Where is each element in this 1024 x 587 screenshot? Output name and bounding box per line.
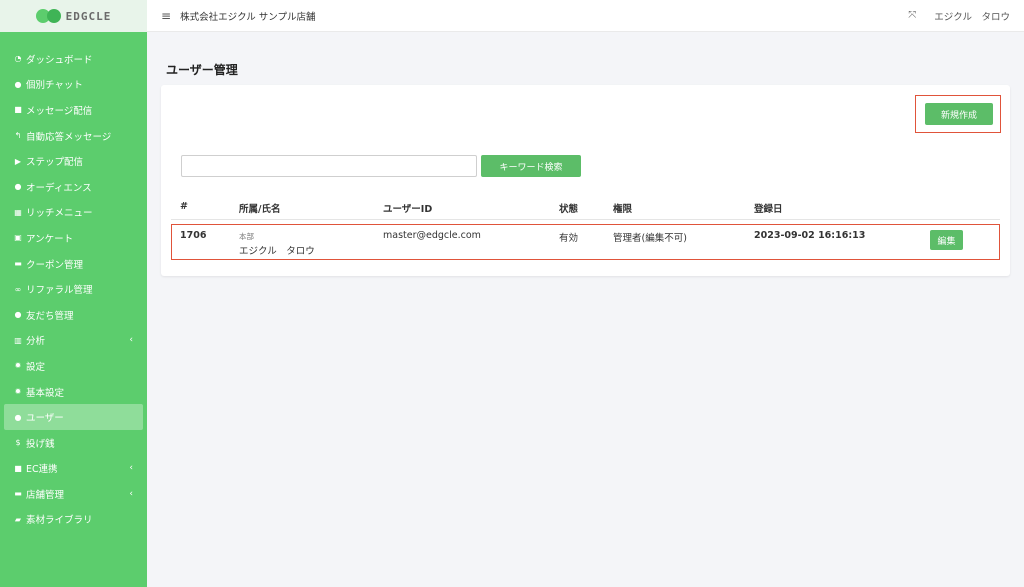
sidebar-item-label: 友だち管理 [26, 310, 74, 322]
topbar-right: ⤧ エジクル タロウ [908, 9, 1010, 23]
row-id: 1706 [180, 230, 207, 241]
users-icon: ● [14, 182, 22, 192]
friends-icon: ● [14, 310, 22, 320]
sidebar-item-survey[interactable]: ▣ アンケート [0, 225, 147, 251]
link-icon: ∞ [14, 284, 22, 294]
sidebar-item-step[interactable]: ▶ ステップ配信 [0, 148, 147, 174]
column-header-role: 権限 [613, 204, 633, 215]
sidebar-item-referral[interactable]: ∞ リファラル管理 [0, 276, 147, 302]
sidebar-item-label: 投げ銭 [26, 438, 55, 450]
user-icon: ● [14, 412, 22, 422]
sidebar-item-label: オーディエンス [26, 182, 92, 194]
sidebar-item-auto-reply[interactable]: ↰ 自動応答メッセージ [0, 123, 147, 149]
new-create-button[interactable]: 新規作成 [925, 103, 993, 125]
fullscreen-icon[interactable]: ⤧ [908, 10, 916, 21]
sidebar-item-label: 店舗管理 [26, 489, 65, 501]
sidebar-item-users[interactable]: ● ユーザー [4, 404, 143, 430]
sidebar-item-label: リッチメニュー [26, 208, 93, 220]
sidebar-item-store[interactable]: ▬ 店舗管理 ‹ [0, 481, 147, 507]
message-icon: ■ [14, 105, 22, 115]
logo-mark-icon [35, 9, 62, 23]
sidebar-item-label: ステップ配信 [26, 157, 84, 169]
sidebar-item-label: 基本設定 [26, 387, 65, 399]
survey-icon: ▣ [14, 233, 22, 243]
ticket-icon: ▬ [14, 259, 22, 269]
sidebar-item-label: 自動応答メッセージ [26, 131, 112, 143]
chevron-left-icon: ‹ [129, 463, 133, 474]
sidebar-item-message[interactable]: ■ メッセージ配信 [0, 97, 147, 123]
sidebar-item-audience[interactable]: ● オーディエンス [0, 174, 147, 200]
row-user-id: master@edgcle.com [383, 230, 481, 241]
row-name: エジクル タロウ [239, 246, 315, 257]
dashboard-icon: ◔ [14, 54, 22, 64]
sidebar-item-label: 素材ライブラリ [26, 515, 93, 527]
user-menu[interactable]: エジクル タロウ [934, 9, 1010, 23]
sidebar-item-label: リファラル管理 [26, 285, 93, 297]
new-button-highlight: 新規作成 [915, 95, 1001, 133]
table-header-divider [171, 219, 1000, 220]
chevron-left-icon: ‹ [129, 335, 133, 346]
user-list-card: 新規作成 キーワード検索 # 所属/氏名 ユーザーID 状態 権限 登録日 17… [161, 85, 1010, 276]
sidebar-item-label: メッセージ配信 [26, 105, 93, 117]
gear-icon: ✹ [14, 387, 22, 397]
sidebar-item-label: EC連携 [26, 464, 58, 476]
sidebar-item-dashboard[interactable]: ◔ ダッシュボード [0, 46, 147, 72]
sidebar-item-coupon[interactable]: ▬ クーポン管理 [0, 251, 147, 277]
sidebar-item-label: 設定 [26, 361, 46, 373]
sidebar-nav: ◔ ダッシュボード ● 個別チャット ■ メッセージ配信 ↰ 自動応答メッセージ ▶ ステ… [0, 46, 147, 532]
sidebar-item-label: ダッシュボード [26, 54, 93, 66]
sidebar-item-chat[interactable]: ● 個別チャット [0, 72, 147, 98]
sidebar-item-label: アンケート [26, 233, 74, 245]
sidebar-item-tipping[interactable]: $ 投げ銭 [0, 430, 147, 456]
keyword-search-button[interactable]: キーワード検索 [481, 155, 581, 177]
bag-icon: ■ [14, 463, 22, 473]
sidebar-item-basic-settings[interactable]: ✹ 基本設定 [0, 379, 147, 405]
sidebar-item-friends[interactable]: ● 友だち管理 [0, 302, 147, 328]
edit-button[interactable]: 編集 [930, 230, 963, 250]
row-status: 有効 [559, 233, 579, 244]
row-department: 本部 [239, 232, 254, 241]
sidebar-item-rich-menu[interactable]: ▦ リッチメニュー [0, 200, 147, 226]
sidebar-item-settings[interactable]: ✹ 設定 [0, 353, 147, 379]
sidebar-item-label: クーポン管理 [26, 259, 84, 271]
row-role: 管理者(編集不可) [613, 233, 687, 244]
sidebar-item-label: 個別チャット [26, 80, 83, 92]
sidebar-item-label: 分析 [26, 336, 46, 348]
shop-name: 株式会社エジクル サンプル店舗 [180, 11, 316, 23]
chevron-left-icon: ‹ [129, 488, 133, 499]
keyword-search-input[interactable] [181, 155, 477, 177]
logo[interactable]: EDGCLE [35, 9, 112, 23]
folder-icon: ▰ [14, 514, 22, 524]
logo-text: EDGCLE [65, 9, 112, 23]
store-icon: ▬ [14, 489, 22, 499]
chat-icon: ● [14, 79, 22, 89]
column-header-affiliation-name: 所属/氏名 [239, 204, 281, 215]
sidebar-item-label: ユーザー [26, 413, 64, 425]
sidebar-item-library[interactable]: ▰ 素材ライブラリ [0, 507, 147, 533]
gear-icon: ✹ [14, 361, 22, 371]
sidebar-item-analytics[interactable]: ▥ 分析 ‹ [0, 328, 147, 354]
table-row: 1706 本部 エジクル タロウ master@edgcle.com 有効 管理… [171, 224, 1000, 260]
topbar: ≡ 株式会社エジクル サンプル店舗 ⤧ エジクル タロウ [147, 0, 1024, 32]
grid-icon: ▦ [14, 207, 22, 217]
row-created: 2023-09-02 16:16:13 [754, 230, 866, 241]
column-header-number: # [180, 201, 188, 212]
chart-icon: ▥ [14, 335, 22, 345]
column-header-created: 登録日 [754, 204, 783, 215]
column-header-status: 状態 [559, 204, 579, 215]
reply-icon: ↰ [14, 131, 22, 141]
page-title: ユーザー管理 [166, 63, 238, 77]
dollar-icon: $ [15, 438, 21, 448]
logo-bar: EDGCLE [0, 0, 147, 32]
play-circle-icon: ▶ [14, 156, 22, 166]
column-header-user-id: ユーザーID [383, 204, 433, 215]
sidebar: EDGCLE ◔ ダッシュボード ● 個別チャット ■ メッセージ配信 ↰ 自動応答メッ… [0, 0, 147, 587]
hamburger-icon[interactable]: ≡ [161, 9, 171, 23]
sidebar-item-ec[interactable]: ■ EC連携 ‹ [0, 456, 147, 482]
